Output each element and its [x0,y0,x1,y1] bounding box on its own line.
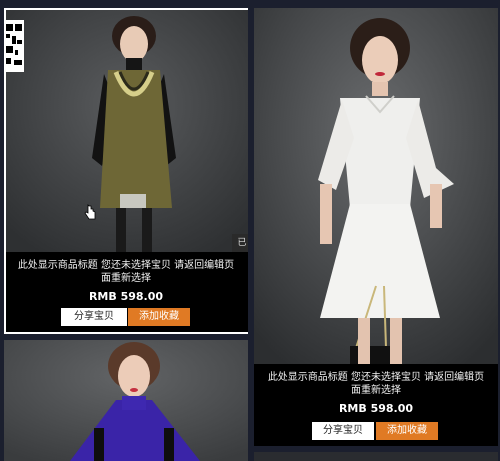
model-photo-white-dress [254,8,498,364]
corner-tag: 已 [232,234,248,252]
product-card-2: 此处显示商品标题 您还未选择宝贝 请返回编辑页面重新选择 RMB 598.00 … [254,8,498,446]
highlight-line-bottom [6,332,248,334]
hand-cursor-icon [84,204,96,224]
product-card-4 [254,452,498,461]
card-border-left [4,8,6,334]
product-card-3 [4,340,248,461]
share-button[interactable]: 分享宝贝 [312,422,374,440]
share-button[interactable]: 分享宝贝 [61,308,127,326]
product-price: RMB 598.00 [88,290,164,303]
product-info-1: 此处显示商品标题 您还未选择宝贝 请返回编辑页面重新选择 RMB 598.00 … [4,252,248,334]
product-title[interactable]: 此处显示商品标题 您还未选择宝贝 请返回编辑页面重新选择 [264,371,488,397]
product-info-2: 此处显示商品标题 您还未选择宝贝 请返回编辑页面重新选择 RMB 598.00 … [254,364,498,446]
qr-code-icon [4,20,24,72]
model-photo-purple-top [4,340,248,461]
product-photo-1[interactable] [4,8,248,252]
product-card-1: 已 此处显示商品标题 您还未选择宝贝 请返回编辑页面重新选择 RMB 598.0… [4,8,248,334]
model-photo-olive-dress [4,8,248,252]
product-photo-3[interactable] [4,340,248,461]
add-favorite-button[interactable]: 添加收藏 [376,422,438,440]
product-photo-2[interactable] [254,8,498,364]
card-border-top [4,8,248,10]
product-title[interactable]: 此处显示商品标题 您还未选择宝贝 请返回编辑页面重新选择 [14,259,238,285]
product-price: RMB 598.00 [338,402,414,415]
add-favorite-button[interactable]: 添加收藏 [128,308,190,326]
